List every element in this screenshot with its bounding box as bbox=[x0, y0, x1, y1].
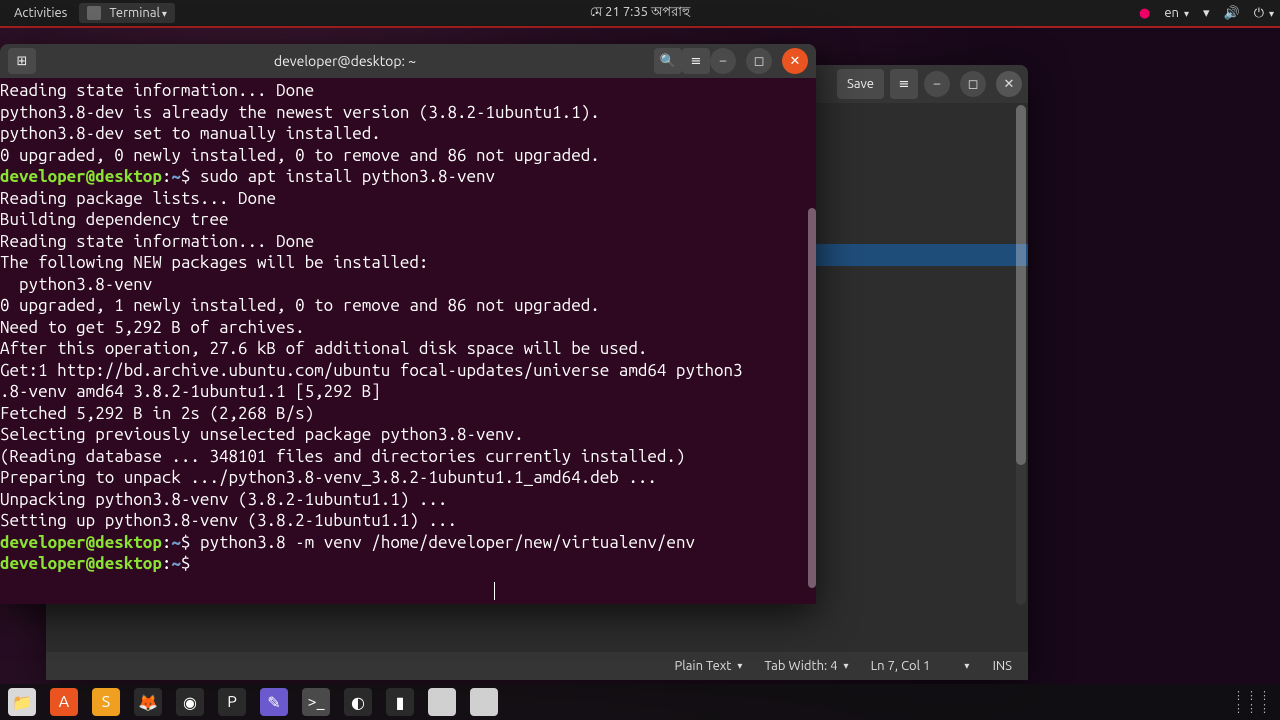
terminal-viewport[interactable]: Reading state information... Done python… bbox=[0, 78, 816, 604]
minimize-button[interactable]: – bbox=[710, 48, 736, 74]
new-tab-button[interactable]: ⊞ bbox=[8, 48, 36, 74]
gedit-scrollbar[interactable] bbox=[1016, 105, 1026, 605]
terminal-headerbar: ⊞ developer@desktop: ~ 🔍 ≡ – ◻ ✕ bbox=[0, 44, 816, 78]
search-button[interactable]: 🔍 bbox=[654, 48, 682, 74]
dock-app-terminal[interactable]: >_ bbox=[302, 688, 330, 716]
show-applications-button[interactable]: ⋮⋮⋮⋮⋮⋮ bbox=[1233, 689, 1272, 715]
minimize-button[interactable]: – bbox=[924, 71, 950, 97]
dock-app-browser2[interactable]: ◐ bbox=[344, 688, 372, 716]
dock-app-firefox[interactable]: 🦊 bbox=[134, 688, 162, 716]
text-caret bbox=[494, 582, 495, 600]
gnome-top-panel: Activities Terminal▾ মে 21 7:35 অপরাহু ●… bbox=[0, 0, 1280, 26]
close-button[interactable]: ✕ bbox=[782, 48, 808, 74]
dock-app-pycharm[interactable]: P bbox=[218, 688, 246, 716]
power-icon[interactable]: ⏻ ▾ bbox=[1254, 6, 1274, 21]
input-source[interactable]: en ▾ bbox=[1164, 6, 1189, 20]
dock-app-notes[interactable]: ✎ bbox=[260, 688, 288, 716]
chevron-down-icon: ▾ bbox=[162, 8, 167, 19]
menu-button[interactable]: ≡ bbox=[682, 48, 710, 74]
scrollbar-thumb[interactable] bbox=[1016, 105, 1026, 465]
insert-mode[interactable]: INS bbox=[993, 659, 1012, 673]
tab-width[interactable]: Tab Width: 4 ▾ bbox=[764, 659, 848, 673]
dock-app-ubuntu-software[interactable]: A bbox=[50, 688, 78, 716]
menu-button[interactable]: ≡ bbox=[890, 69, 918, 99]
app-menu[interactable]: Terminal▾ bbox=[79, 3, 175, 24]
dock-app-files[interactable]: 📁 bbox=[8, 688, 36, 716]
dock-app-app2[interactable] bbox=[470, 688, 498, 716]
close-button[interactable]: ✕ bbox=[996, 71, 1022, 97]
window-title: developer@desktop: ~ bbox=[36, 53, 654, 69]
dash-dock: 📁 AS 🦊 ◉ P ✎ >_ ◐ ▮ ⋮⋮⋮⋮⋮⋮ bbox=[0, 684, 1280, 720]
save-button[interactable]: Save bbox=[837, 69, 884, 99]
maximize-button[interactable]: ◻ bbox=[960, 71, 986, 97]
cursor-position[interactable]: Ln 7, Col 1 ▾ bbox=[871, 659, 971, 673]
wifi-icon[interactable]: ▾ bbox=[1203, 6, 1210, 21]
dock-app-sublime[interactable]: S bbox=[92, 688, 120, 716]
dock-app-chrome[interactable]: ◉ bbox=[176, 688, 204, 716]
dock-app-app1[interactable] bbox=[428, 688, 456, 716]
record-indicator-icon: ● bbox=[1139, 6, 1150, 21]
terminal-window[interactable]: ⊞ developer@desktop: ~ 🔍 ≡ – ◻ ✕ Reading… bbox=[0, 44, 816, 604]
accent-line bbox=[0, 26, 1280, 28]
terminal-scrollbar[interactable] bbox=[808, 78, 816, 604]
scrollbar-thumb[interactable] bbox=[808, 208, 816, 588]
dock-app-phone[interactable]: ▮ bbox=[386, 688, 414, 716]
gedit-statusbar: Plain Text ▾ Tab Width: 4 ▾ Ln 7, Col 1 … bbox=[46, 652, 1028, 680]
syntax-mode[interactable]: Plain Text ▾ bbox=[675, 659, 743, 673]
clock[interactable]: মে 21 7:35 অপরাহু bbox=[590, 3, 691, 24]
volume-icon[interactable]: 🔊 bbox=[1224, 6, 1240, 21]
maximize-button[interactable]: ◻ bbox=[746, 48, 772, 74]
terminal-icon bbox=[87, 6, 101, 20]
activities-button[interactable]: Activities bbox=[6, 3, 75, 23]
